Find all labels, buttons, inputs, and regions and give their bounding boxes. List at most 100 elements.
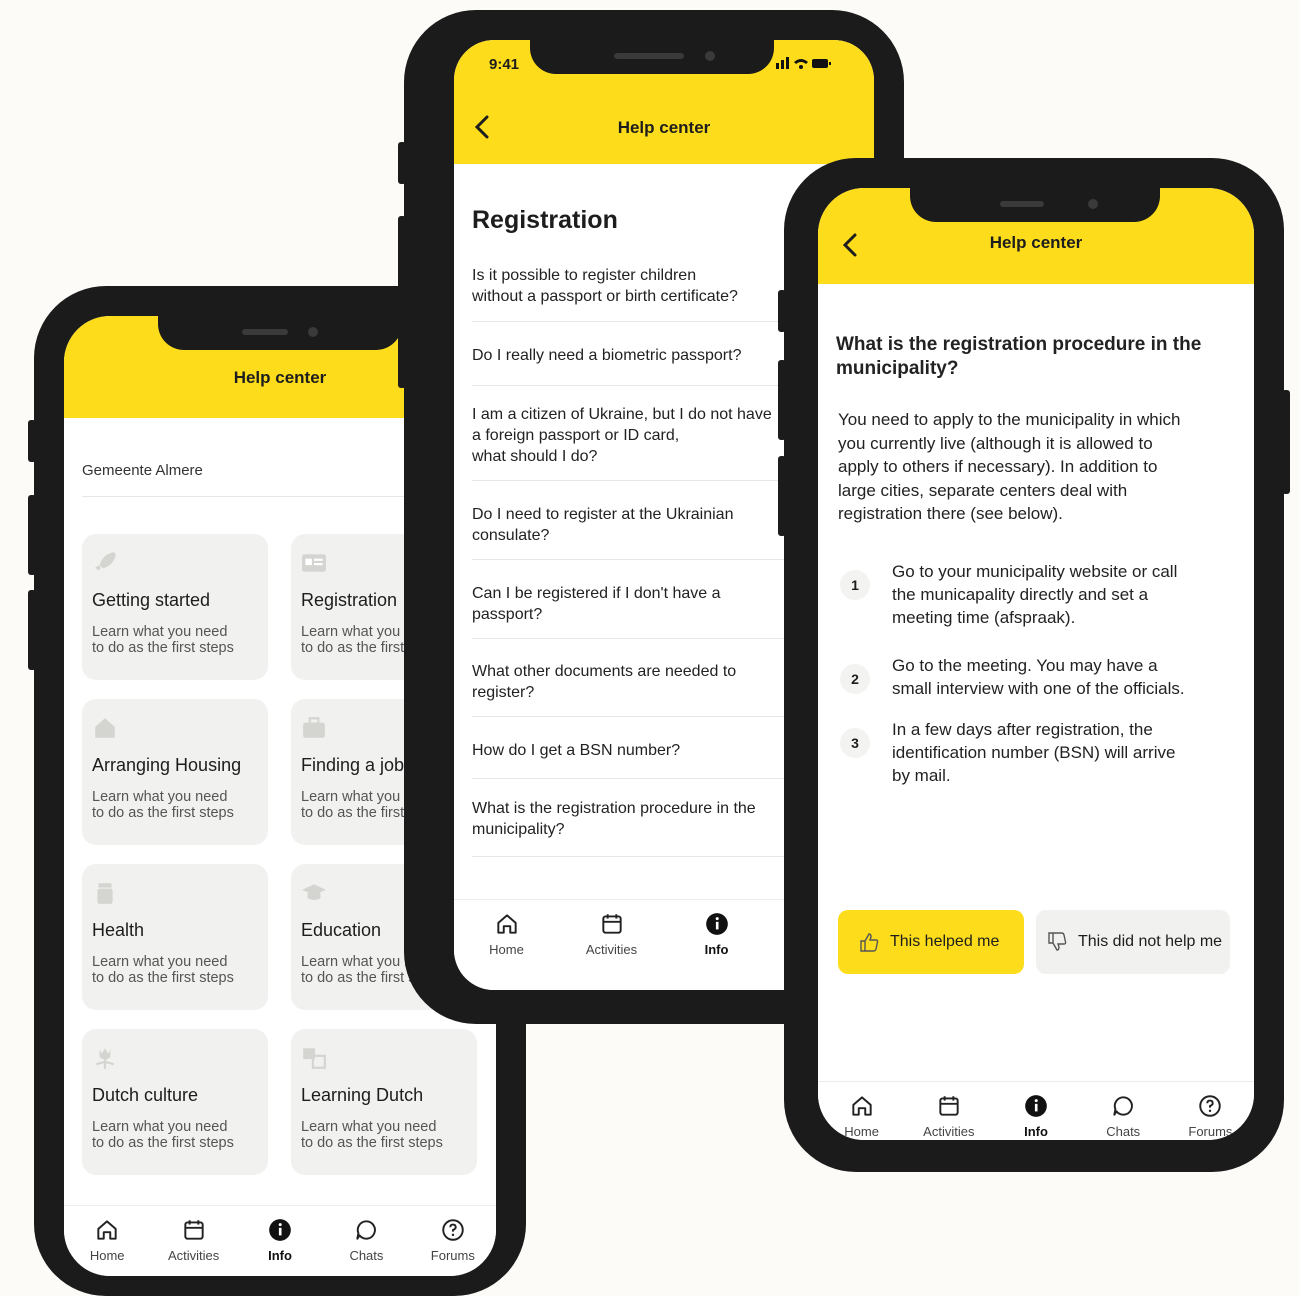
calendar-icon	[601, 914, 622, 934]
home-icon	[97, 1220, 117, 1240]
divider	[472, 856, 812, 857]
header-title: Help center	[989, 233, 1083, 252]
nav-activities[interactable]: Activities	[905, 1082, 992, 1140]
calendar-icon	[183, 1220, 204, 1240]
medicine-icon	[97, 883, 113, 904]
nav-info[interactable]: Info	[664, 900, 769, 990]
info-icon	[269, 1219, 291, 1241]
nav-activities[interactable]: Activities	[150, 1206, 236, 1276]
nav-label: Home	[89, 1248, 125, 1263]
notch	[158, 316, 402, 350]
faq-question[interactable]: Can I be registered if I don't have a pa…	[472, 583, 812, 625]
briefcase-icon	[303, 717, 325, 738]
step-text: In a few days after registration, the id…	[892, 720, 1176, 785]
bottom-nav: Home Activities Info Chats Forums	[818, 1081, 1254, 1140]
faq-question[interactable]: How do I get a BSN number?	[472, 740, 812, 761]
nav-chats[interactable]: Chats	[323, 1206, 409, 1276]
step-number: 3	[840, 728, 870, 758]
category-subtitle: Learn what you need to do as the first s…	[92, 624, 234, 656]
nav-label: Activities	[923, 1124, 975, 1139]
divider	[472, 778, 812, 779]
info-icon	[705, 913, 728, 935]
notch	[910, 188, 1160, 222]
answer-question: What is the registration procedure in th…	[836, 334, 1202, 379]
question-circle-icon	[442, 1219, 464, 1241]
faq-question[interactable]: Is it possible to register children with…	[472, 265, 812, 307]
nav-label: Info	[704, 942, 729, 957]
nav-forums[interactable]: Forums	[410, 1206, 496, 1276]
faq-question[interactable]: I am a citizen of Ukraine, but I do not …	[472, 404, 812, 467]
nav-label: Info	[1024, 1124, 1048, 1139]
nav-label: Activities	[585, 942, 638, 957]
signal-wifi-battery-icon	[776, 57, 831, 69]
category-subtitle: Learn what you need to do as the first s…	[301, 1119, 443, 1151]
category-title: Health	[92, 920, 145, 940]
nav-label: Forums	[430, 1248, 475, 1263]
nav-home[interactable]: Home	[64, 1206, 150, 1276]
category-card[interactable]: Arranging Housing Learn what you need to …	[82, 699, 268, 845]
bottom-nav: Home Activities Info Chats Forums	[64, 1205, 496, 1276]
faq-question[interactable]: What is the registration procedure in th…	[472, 798, 812, 840]
nav-label: Forums	[1188, 1124, 1233, 1139]
category-title: Arranging Housing	[92, 755, 242, 775]
chat-bubble-icon	[1113, 1096, 1134, 1116]
nav-home[interactable]: Home	[818, 1082, 905, 1140]
divider	[472, 480, 812, 481]
faq-question[interactable]: What other documents are needed to regis…	[472, 661, 812, 703]
question-circle-icon	[1199, 1095, 1222, 1117]
home-icon	[851, 1096, 872, 1116]
category-card[interactable]: Dutch culture Learn what you need to do a…	[82, 1029, 268, 1175]
divider	[472, 385, 812, 386]
faq-heading: Registration	[472, 206, 618, 234]
divider	[472, 559, 812, 560]
phone-right: Help center What is the registration pro…	[784, 158, 1284, 1172]
thumbs-down-icon	[1048, 932, 1067, 951]
step-number: 2	[840, 664, 870, 694]
nav-forums[interactable]: Forums	[1167, 1082, 1254, 1140]
category-card[interactable]: Learning Dutch Learn what you need to do …	[291, 1029, 477, 1175]
step-text: Go to your municipality website or call …	[892, 562, 1178, 627]
nav-chats[interactable]: Chats	[1080, 1082, 1167, 1140]
nav-info[interactable]: Info	[237, 1206, 323, 1276]
not-helped-button[interactable]: This did not help me	[1036, 910, 1230, 974]
notch	[530, 40, 774, 74]
not-helped-label: This did not help me	[1078, 933, 1223, 950]
thumbs-up-icon	[860, 933, 879, 952]
faq-question[interactable]: Do I need to register at the Ukrainian c…	[472, 504, 812, 546]
nav-label: Home	[844, 1124, 879, 1139]
house-icon	[95, 718, 115, 738]
category-title: Getting started	[92, 590, 211, 610]
nav-activities[interactable]: Activities	[559, 900, 664, 990]
nav-info[interactable]: Info	[992, 1082, 1079, 1140]
home-icon	[496, 914, 517, 934]
chat-bubble-icon	[356, 1220, 377, 1240]
faq-question[interactable]: Do I really need a biometric passport?	[472, 345, 812, 366]
translate-icon	[303, 1048, 326, 1069]
category-title: Learning Dutch	[301, 1085, 424, 1105]
category-card[interactable]: Health Learn what you need to do as the f…	[82, 864, 268, 1010]
rocket-icon	[95, 552, 116, 571]
category-subtitle: Learn what you need to do as the first s…	[92, 789, 234, 821]
category-card[interactable]: Getting started Learn what you need to do…	[82, 534, 268, 680]
id-card-icon	[302, 554, 326, 572]
divider	[472, 321, 812, 322]
divider	[472, 638, 812, 639]
category-subtitle: Learn what you need to do as the first s…	[92, 954, 234, 986]
divider	[472, 716, 812, 717]
status-time: 9:41	[489, 56, 520, 73]
category-title: Registration	[301, 590, 398, 610]
answer-body: You need to apply to the municipality in…	[838, 410, 1181, 523]
header-title: Help center	[617, 118, 711, 137]
tulip-icon	[95, 1048, 115, 1069]
helped-button[interactable]: This helped me	[838, 910, 1024, 974]
nav-label: Chats	[1106, 1124, 1141, 1139]
helped-label: This helped me	[890, 933, 1000, 950]
category-title: Finding a job	[301, 755, 405, 775]
info-icon	[1025, 1095, 1047, 1117]
nav-home[interactable]: Home	[454, 900, 559, 990]
status-icons	[776, 57, 832, 72]
step-text: Go to the meeting. You may have a small …	[892, 656, 1185, 698]
step-number: 1	[840, 570, 870, 600]
municipality-name: Gemeente Almere	[82, 462, 203, 479]
category-title: Education	[301, 920, 382, 940]
